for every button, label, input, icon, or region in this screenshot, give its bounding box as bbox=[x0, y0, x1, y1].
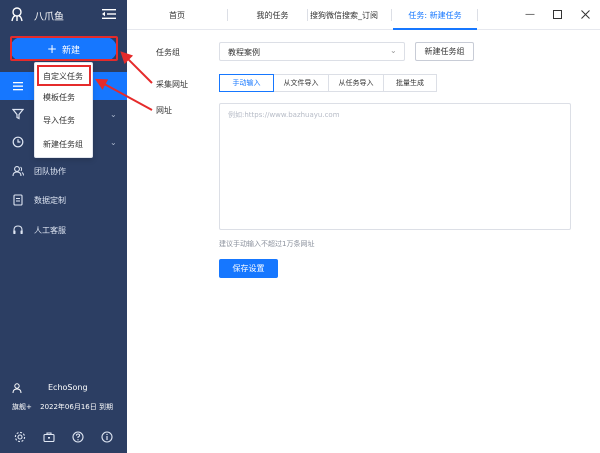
tab-divider bbox=[391, 9, 392, 21]
document-icon bbox=[13, 194, 23, 206]
maximize-icon[interactable] bbox=[551, 8, 563, 20]
settings-gear-icon[interactable] bbox=[14, 431, 26, 443]
chevron-down-icon: ⌄ bbox=[110, 109, 117, 119]
mode-from-task[interactable]: 从任务导入 bbox=[328, 74, 384, 92]
collapse-menu-icon[interactable] bbox=[102, 8, 116, 20]
menu-item-custom-task[interactable]: 自定义任务 bbox=[35, 66, 94, 86]
brand: 八爪鱼 bbox=[0, 0, 127, 30]
sidebar-item-data-custom[interactable]: 数据定制 bbox=[0, 186, 127, 214]
tab-home[interactable]: 首页 bbox=[127, 0, 227, 30]
url-label: 网址 bbox=[156, 106, 172, 115]
new-button-label: 新建 bbox=[62, 45, 81, 56]
new-button[interactable]: + 新建 bbox=[10, 37, 117, 61]
sidebar-item-team[interactable]: 团队协作 bbox=[0, 157, 127, 185]
username: EchoSong bbox=[48, 383, 88, 392]
list-icon bbox=[13, 82, 23, 91]
mode-batch-generate[interactable]: 批量生成 bbox=[383, 74, 437, 92]
url-textarea[interactable]: 例如:https://www.bazhuayu.com bbox=[219, 103, 571, 230]
toolbox-icon[interactable] bbox=[43, 431, 55, 443]
team-icon bbox=[12, 166, 24, 177]
tab-divider bbox=[477, 9, 478, 21]
octopus-logo-icon bbox=[11, 7, 23, 22]
save-settings-button[interactable]: 保存设置 bbox=[219, 259, 278, 278]
plan-info: 旗舰+ 2022年06月16日 到期 bbox=[12, 402, 119, 412]
menu-item-import-task[interactable]: 导入任务 bbox=[35, 110, 94, 130]
user-icon bbox=[12, 383, 22, 393]
group-label: 任务组 bbox=[156, 48, 180, 57]
plan-badge: 旗舰+ bbox=[12, 403, 32, 411]
plan-expiry: 2022年06月16日 到期 bbox=[40, 403, 113, 411]
menu-item-template-task[interactable]: 模板任务 bbox=[35, 87, 94, 107]
tab-bar: 首页 我的任务 搜狗微信搜索_订阅 任务: 新建任务 — bbox=[127, 0, 600, 30]
sidebar-item-label: 数据定制 bbox=[34, 195, 66, 205]
new-group-button[interactable]: 新建任务组 bbox=[415, 42, 474, 61]
url-hint: 建议手动输入不超过1万条网址 bbox=[219, 240, 315, 248]
group-select-value: 教程案例 bbox=[228, 48, 260, 57]
tab-sogou-wechat[interactable]: 搜狗微信搜索_订阅 bbox=[308, 0, 390, 30]
minimize-icon[interactable]: — bbox=[524, 8, 536, 20]
mode-from-file[interactable]: 从文件导入 bbox=[273, 74, 329, 92]
url-source-label: 采集网址 bbox=[156, 80, 188, 89]
funnel-icon bbox=[12, 108, 24, 120]
plus-icon: + bbox=[46, 42, 58, 56]
help-icon[interactable] bbox=[72, 431, 84, 443]
clock-icon bbox=[12, 136, 24, 148]
sidebar-item-label: 团队协作 bbox=[34, 166, 66, 176]
sidebar-item-support[interactable]: 人工客服 bbox=[0, 216, 127, 244]
mode-manual-input[interactable]: 手动输入 bbox=[219, 74, 274, 92]
group-select[interactable]: 教程案例 ⌄ bbox=[219, 42, 405, 61]
chevron-down-icon: ⌄ bbox=[390, 46, 397, 55]
chevron-down-icon: ⌄ bbox=[110, 137, 117, 147]
info-icon[interactable] bbox=[101, 431, 113, 443]
headset-icon bbox=[13, 225, 23, 234]
tab-my-tasks[interactable]: 我的任务 bbox=[228, 0, 317, 30]
sidebar-footer bbox=[0, 428, 127, 446]
new-menu-dropdown: 自定义任务 模板任务 导入任务 新建任务组 bbox=[34, 62, 93, 158]
url-placeholder: 例如:https://www.bazhuayu.com bbox=[228, 111, 340, 119]
sidebar-item-label: 人工客服 bbox=[34, 225, 66, 235]
close-icon[interactable] bbox=[579, 8, 591, 20]
active-tab-indicator bbox=[393, 28, 477, 30]
user-info[interactable]: EchoSong bbox=[0, 381, 127, 395]
menu-item-new-group[interactable]: 新建任务组 bbox=[35, 134, 94, 154]
app-name: 八爪鱼 bbox=[34, 12, 64, 23]
tab-new-task[interactable]: 任务: 新建任务 bbox=[393, 0, 477, 30]
